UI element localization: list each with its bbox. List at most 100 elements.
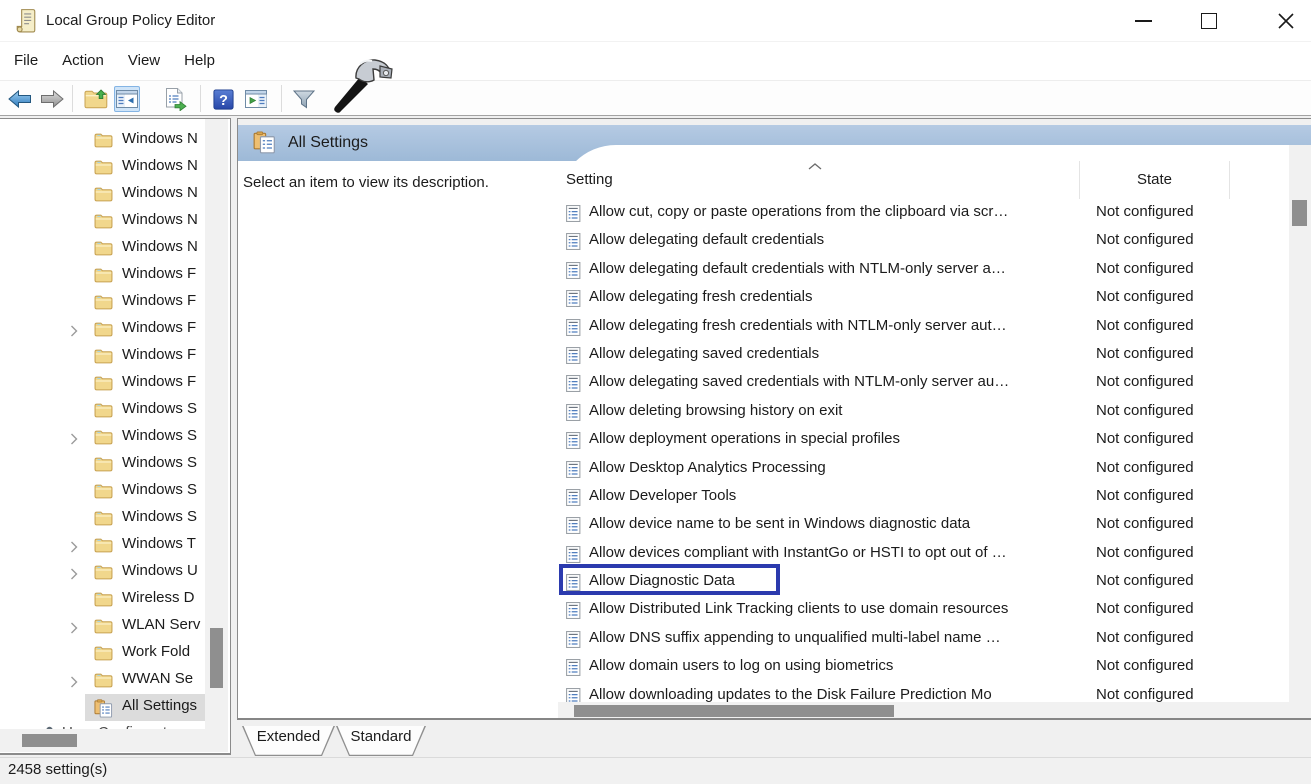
expand-chevron-icon[interactable] xyxy=(70,324,78,341)
back-icon xyxy=(8,89,32,109)
tree-item[interactable]: Windows N xyxy=(0,208,205,235)
setting-state: Not configured xyxy=(1096,629,1246,646)
expand-chevron-icon[interactable] xyxy=(70,567,78,584)
sort-ascending-icon[interactable] xyxy=(808,157,822,174)
maximize-button[interactable] xyxy=(1186,0,1232,42)
policy-setting-icon xyxy=(565,489,582,510)
menu-file[interactable]: File xyxy=(2,42,50,80)
tree-horizontal-scrollbar-thumb[interactable] xyxy=(22,734,77,747)
close-icon xyxy=(1277,12,1295,30)
forward-button[interactable] xyxy=(39,86,65,112)
tree-item[interactable]: Windows F xyxy=(0,370,205,397)
menu-action[interactable]: Action xyxy=(50,42,116,80)
setting-row[interactable]: Allow device name to be sent in Windows … xyxy=(558,511,1289,539)
setting-row[interactable]: Allow delegating fresh credentials Not c… xyxy=(558,284,1289,312)
close-button[interactable] xyxy=(1263,0,1309,42)
list-horizontal-scrollbar-thumb[interactable] xyxy=(574,705,894,717)
show-action-pane-button[interactable] xyxy=(243,86,269,112)
setting-state: Not configured xyxy=(1096,373,1246,390)
setting-row[interactable]: Allow delegating saved credentials Not c… xyxy=(558,341,1289,369)
menu-help[interactable]: Help xyxy=(172,42,227,80)
expand-chevron-icon[interactable] xyxy=(70,621,78,638)
tab-extended[interactable]: Extended xyxy=(242,726,335,756)
setting-row[interactable]: Allow deployment operations in special p… xyxy=(558,426,1289,454)
tree-item[interactable]: Windows F xyxy=(0,343,205,370)
setting-state: Not configured xyxy=(1096,487,1246,504)
tree-item[interactable]: Windows N xyxy=(0,127,205,154)
folder-icon xyxy=(94,537,113,557)
tree-item[interactable]: Wireless D xyxy=(0,586,205,613)
tree-horizontal-scrollbar[interactable] xyxy=(0,729,205,752)
tree-item[interactable]: Windows F xyxy=(0,316,205,343)
tree-item[interactable]: Windows S xyxy=(0,424,205,451)
setting-row[interactable]: Allow Diagnostic Data Not configured xyxy=(558,568,1289,596)
menu-view[interactable]: View xyxy=(116,42,172,80)
setting-row[interactable]: Allow cut, copy or paste operations from… xyxy=(558,199,1289,227)
setting-row[interactable]: Allow Desktop Analytics Processing Not c… xyxy=(558,455,1289,483)
list-vertical-scrollbar-thumb[interactable] xyxy=(1292,200,1307,226)
tree-item[interactable]: WWAN Se xyxy=(0,667,205,694)
setting-state: Not configured xyxy=(1096,402,1246,419)
tree-item[interactable]: Windows F xyxy=(0,289,205,316)
expand-chevron-icon[interactable] xyxy=(70,432,78,449)
setting-row[interactable]: Allow deleting browsing history on exit … xyxy=(558,398,1289,426)
tree-item[interactable]: Windows N xyxy=(0,235,205,262)
setting-row[interactable]: Allow downloading updates to the Disk Fa… xyxy=(558,682,1289,702)
folder-icon xyxy=(94,348,113,368)
tree-item-label: Windows S xyxy=(122,427,197,444)
tree-item[interactable]: WLAN Serv xyxy=(0,613,205,640)
policy-setting-icon xyxy=(565,602,582,623)
title-bar: Local Group Policy Editor xyxy=(0,0,1311,42)
setting-row[interactable]: Allow devices compliant with InstantGo o… xyxy=(558,540,1289,568)
tree-item[interactable]: Windows S xyxy=(0,451,205,478)
setting-row[interactable]: Allow Distributed Link Tracking clients … xyxy=(558,596,1289,624)
column-separator[interactable] xyxy=(1229,161,1230,199)
tree-item[interactable]: Windows N xyxy=(0,154,205,181)
show-console-tree-button[interactable] xyxy=(114,86,140,112)
tree-item-partial[interactable]: User Configurat xyxy=(0,721,205,729)
tree-item[interactable]: Windows S xyxy=(0,397,205,424)
help-button[interactable]: ? xyxy=(210,86,236,112)
expand-chevron-icon[interactable] xyxy=(70,540,78,557)
setting-row[interactable]: Allow delegating saved credentials with … xyxy=(558,369,1289,397)
expand-chevron-icon[interactable] xyxy=(70,675,78,692)
setting-row[interactable]: Allow delegating default credentials wit… xyxy=(558,256,1289,284)
tree-item[interactable]: All Settings xyxy=(0,694,205,721)
tab-standard[interactable]: Standard xyxy=(336,726,426,756)
export-list-button[interactable] xyxy=(162,86,188,112)
filter-icon xyxy=(292,88,316,110)
column-header-state[interactable]: State xyxy=(1080,171,1229,188)
tree-item-label: WLAN Serv xyxy=(122,616,200,633)
setting-row[interactable]: Allow delegating fresh credentials with … xyxy=(558,313,1289,341)
tree-item[interactable]: Windows T xyxy=(0,532,205,559)
list-horizontal-scrollbar[interactable] xyxy=(558,702,1289,720)
column-header-setting[interactable]: Setting xyxy=(566,171,613,188)
tree-item-label: Windows T xyxy=(122,535,196,552)
tree-item[interactable]: Windows S xyxy=(0,505,205,532)
back-button[interactable] xyxy=(7,86,33,112)
filter-button[interactable] xyxy=(291,86,317,112)
tab-standard-label: Standard xyxy=(336,728,426,745)
setting-state: Not configured xyxy=(1096,572,1246,589)
tree-vertical-scrollbar-thumb[interactable] xyxy=(210,628,223,688)
up-one-level-button[interactable] xyxy=(83,86,109,112)
tree-item[interactable]: Windows S xyxy=(0,478,205,505)
setting-row[interactable]: Allow delegating default credentials Not… xyxy=(558,227,1289,255)
setting-row[interactable]: Allow DNS suffix appending to unqualifie… xyxy=(558,625,1289,653)
tree-item[interactable]: Windows N xyxy=(0,181,205,208)
status-bar: 2458 setting(s) xyxy=(0,757,1311,784)
tree-item-label: Windows S xyxy=(122,481,197,498)
tree-item[interactable]: Work Fold xyxy=(0,640,205,667)
tree-item[interactable]: Windows U xyxy=(0,559,205,586)
setting-row[interactable]: Allow domain users to log on using biome… xyxy=(558,653,1289,681)
setting-state: Not configured xyxy=(1096,317,1246,334)
tree-item-label: Windows S xyxy=(122,454,197,471)
list-vertical-scrollbar[interactable] xyxy=(1289,145,1311,720)
toolbar-separator xyxy=(281,85,282,112)
tree-item[interactable]: Windows F xyxy=(0,262,205,289)
setting-row[interactable]: Allow Developer Tools Not configured xyxy=(558,483,1289,511)
description-pane-text: Select an item to view its description. xyxy=(243,174,553,191)
minimize-button[interactable] xyxy=(1120,0,1166,42)
gpedit-app-icon xyxy=(15,8,37,38)
tree-vertical-scrollbar[interactable] xyxy=(205,119,228,752)
